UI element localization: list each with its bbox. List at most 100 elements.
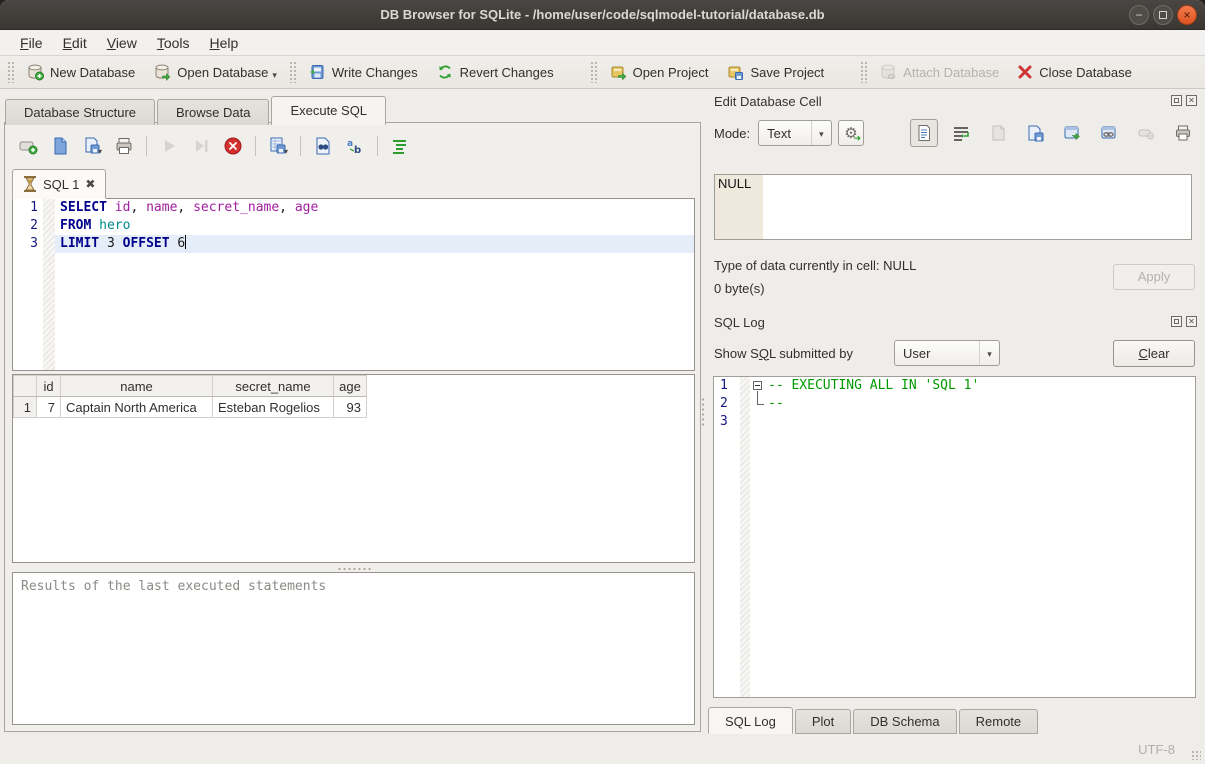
toolbar-drag-handle[interactable] xyxy=(7,61,14,83)
text-cursor xyxy=(185,235,186,249)
tab-sql-log[interactable]: SQL Log xyxy=(708,707,793,734)
tab-plot[interactable]: Plot xyxy=(795,709,851,734)
column-header[interactable]: name xyxy=(61,376,213,397)
tab-execute-sql[interactable]: Execute SQL xyxy=(271,96,386,125)
stop-execution-button[interactable] xyxy=(220,133,246,159)
app-window: DB Browser for SQLite - /home/user/code/… xyxy=(0,0,1205,764)
auto-switch-mode-button[interactable]: ⚙ ➜ xyxy=(838,120,864,146)
results-grid[interactable]: idnamesecret_nameage17Captain North Amer… xyxy=(12,374,695,563)
sql-code-editor[interactable]: 1SELECT id, name, secret_name, age2FROM … xyxy=(12,198,695,371)
open-in-window-icon xyxy=(1063,124,1081,142)
tab-remote[interactable]: Remote xyxy=(959,709,1039,734)
sql-editor-toolbar: ▾ ▾ xyxy=(15,133,413,159)
word-wrap-button[interactable] xyxy=(947,119,975,147)
print-icon xyxy=(1174,124,1192,142)
encoding-indicator[interactable]: UTF-8 xyxy=(1138,742,1175,757)
maximize-button[interactable] xyxy=(1153,5,1173,25)
chevron-down-icon: ▾ xyxy=(811,121,831,145)
text-mode-button[interactable] xyxy=(910,119,938,147)
save-project-icon xyxy=(726,63,744,81)
column-header[interactable]: secret_name xyxy=(213,376,334,397)
autocomplete-button[interactable]: ab xyxy=(342,133,368,159)
menu-tools[interactable]: Tools xyxy=(147,32,200,54)
save-results-dropdown-caret[interactable]: ▾ xyxy=(284,147,288,156)
tab-db-schema[interactable]: DB Schema xyxy=(853,709,956,734)
open-project-button[interactable]: Open Project xyxy=(600,59,718,85)
code-line[interactable]: 1SELECT id, name, secret_name, age xyxy=(13,199,694,217)
export-cell-data-button[interactable] xyxy=(1021,119,1049,147)
tab-browse-data[interactable]: Browse Data xyxy=(157,99,269,125)
close-database-button[interactable]: Close Database xyxy=(1008,60,1141,84)
open-database-button[interactable]: Open Database ▾ xyxy=(144,59,286,85)
mode-select[interactable]: Text ▾ xyxy=(758,120,832,146)
table-cell[interactable]: 93 xyxy=(334,397,367,418)
results-message-pane[interactable]: Results of the last executed statements xyxy=(12,572,695,725)
corner-header[interactable] xyxy=(14,376,37,397)
mode-label: Mode: xyxy=(714,126,750,141)
editor-empty-area xyxy=(13,253,694,370)
panel-splitter[interactable] xyxy=(699,89,706,735)
format-sql-button[interactable] xyxy=(387,133,413,159)
open-sql-file-button[interactable] xyxy=(47,133,73,159)
open-database-dropdown-caret[interactable]: ▾ xyxy=(272,70,277,81)
fold-collapse-icon[interactable] xyxy=(753,381,762,390)
row-header[interactable]: 1 xyxy=(14,397,37,418)
close-sql-tab-icon[interactable]: ✖ xyxy=(85,177,95,191)
save-sql-dropdown-caret[interactable]: ▾ xyxy=(98,147,102,156)
log-filter-label: Show SQL submitted by xyxy=(714,346,853,361)
new-database-button[interactable]: New Database xyxy=(17,59,144,85)
table-cell[interactable]: Captain North America xyxy=(61,397,213,418)
find-button[interactable] xyxy=(310,133,336,159)
code-line[interactable]: 3LIMIT 3 OFFSET 6 xyxy=(13,235,694,253)
save-results-button[interactable]: ▾ xyxy=(265,133,291,159)
column-header[interactable]: id xyxy=(37,376,61,397)
log-line[interactable]: 1-- EXECUTING ALL IN 'SQL 1' xyxy=(714,377,1195,395)
menu-file[interactable]: File xyxy=(10,32,53,54)
clear-log-button[interactable]: Clear xyxy=(1113,340,1195,367)
float-panel-icon[interactable] xyxy=(1171,95,1182,106)
execute-sql-panel: ▾ ▾ xyxy=(4,122,701,732)
close-button[interactable]: × xyxy=(1177,5,1197,25)
execute-line-button xyxy=(188,133,214,159)
toolbar-drag-handle[interactable] xyxy=(860,61,867,83)
menu-edit[interactable]: Edit xyxy=(53,32,97,54)
table-cell[interactable]: Esteban Rogelios xyxy=(213,397,334,418)
write-changes-button[interactable]: Write Changes xyxy=(299,59,427,85)
log-line[interactable]: 2-- xyxy=(714,395,1195,413)
save-project-button[interactable]: Save Project xyxy=(717,59,833,85)
log-text xyxy=(766,413,1195,431)
float-panel-icon[interactable] xyxy=(1171,316,1182,327)
fold-margin xyxy=(740,395,750,413)
open-in-external-button[interactable] xyxy=(1058,119,1086,147)
cell-value-editor[interactable]: NULL xyxy=(714,174,1192,240)
copy-link-button[interactable] xyxy=(1095,119,1123,147)
log-line[interactable]: 3 xyxy=(714,413,1195,431)
close-panel-icon[interactable]: ✕ xyxy=(1186,316,1197,327)
print-cell-button[interactable] xyxy=(1169,119,1197,147)
main-content: Database Structure Browse Data Execute S… xyxy=(0,89,1205,735)
close-panel-icon[interactable]: ✕ xyxy=(1186,95,1197,106)
revert-changes-button[interactable]: Revert Changes xyxy=(427,59,563,85)
tab-database-structure[interactable]: Database Structure xyxy=(5,99,155,125)
toolbar-drag-handle[interactable] xyxy=(590,61,597,83)
sql-log-view[interactable]: 1-- EXECUTING ALL IN 'SQL 1'2--3 xyxy=(713,376,1196,698)
open-sql-tab-button[interactable] xyxy=(15,133,41,159)
resize-grip[interactable] xyxy=(1191,750,1201,760)
minimize-button[interactable]: − xyxy=(1129,5,1149,25)
table-row[interactable]: 17Captain North AmericaEsteban Rogelios9… xyxy=(14,397,367,418)
results-splitter[interactable] xyxy=(12,566,695,571)
log-filter-select[interactable]: User ▾ xyxy=(894,340,1000,366)
execute-line-icon xyxy=(191,136,211,156)
sql-1-tab[interactable]: SQL 1 ✖ xyxy=(12,169,106,199)
statusbar: UTF-8 xyxy=(0,735,1205,764)
menu-view[interactable]: View xyxy=(97,32,147,54)
code-line[interactable]: 2FROM hero xyxy=(13,217,694,235)
save-sql-file-button[interactable]: ▾ xyxy=(79,133,105,159)
column-header[interactable]: age xyxy=(334,376,367,397)
menu-help[interactable]: Help xyxy=(200,32,249,54)
toolbar-drag-handle[interactable] xyxy=(289,61,296,83)
window-controls: − × xyxy=(1129,5,1197,25)
table-cell[interactable]: 7 xyxy=(37,397,61,418)
sql-log-title: SQL Log xyxy=(714,315,765,330)
print-sql-button[interactable] xyxy=(111,133,137,159)
